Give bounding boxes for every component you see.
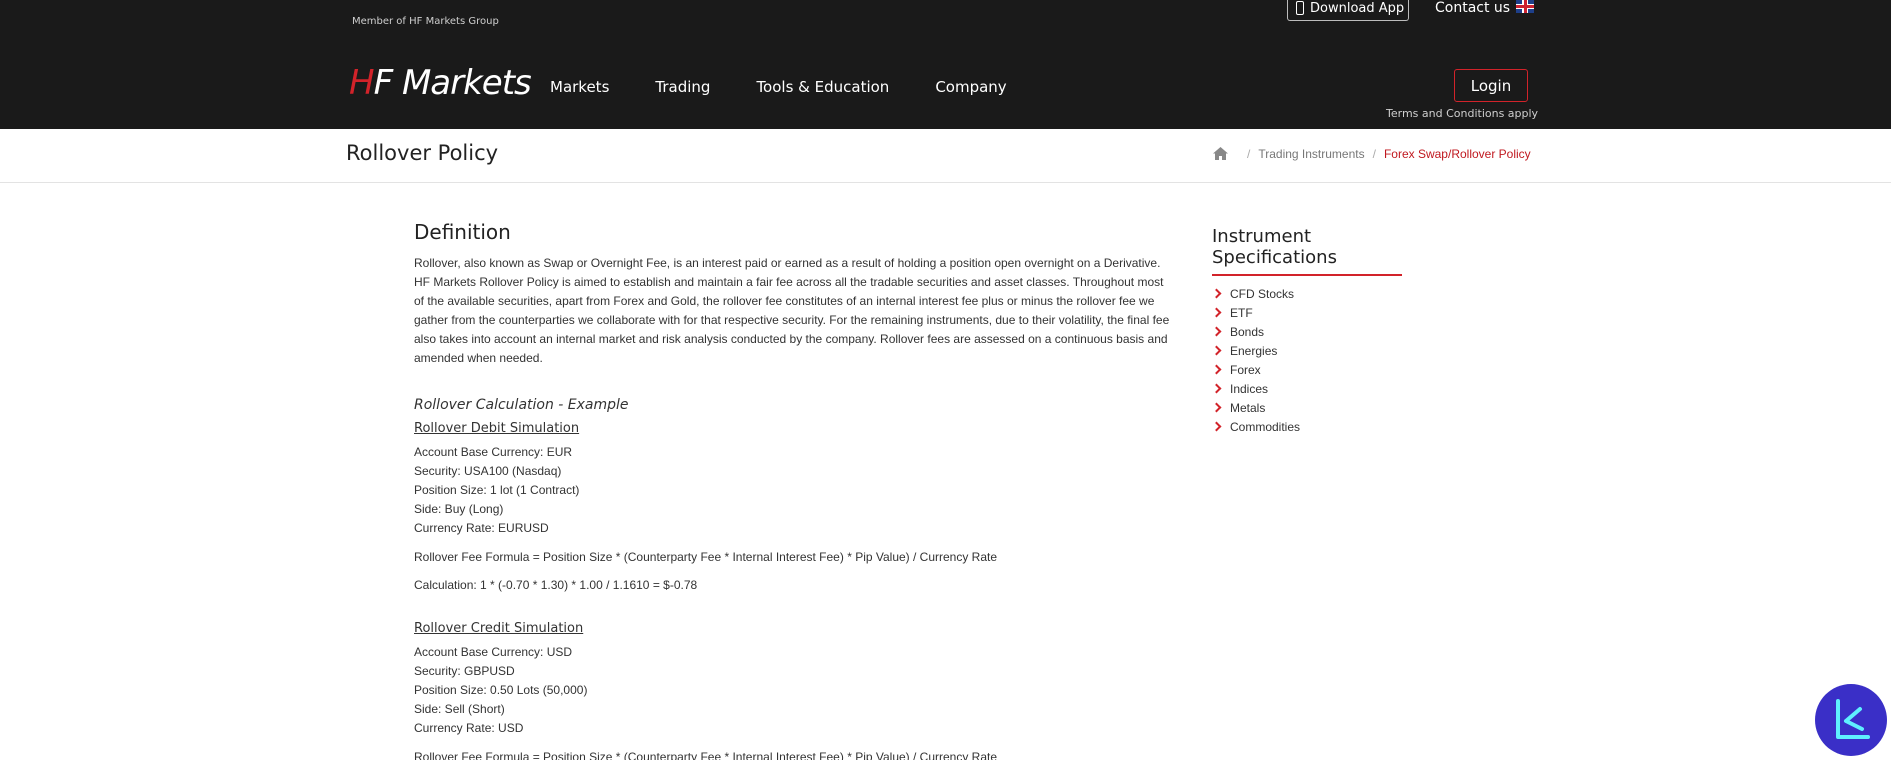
example-title: Rollover Calculation - Example bbox=[414, 397, 629, 413]
chevron-right-icon bbox=[1211, 364, 1222, 375]
spec-item-label: Forex bbox=[1230, 362, 1261, 377]
sidebar-title: Instrument Specifications bbox=[1212, 226, 1402, 276]
spec-item-metals[interactable]: Metals bbox=[1211, 398, 1402, 417]
main-content: Definition Rollover, also known as Swap … bbox=[414, 220, 1176, 760]
breadcrumb-separator: / bbox=[1372, 146, 1376, 161]
debit-formula: Rollover Fee Formula = Position Size * (… bbox=[414, 550, 998, 564]
spec-item-label: ETF bbox=[1230, 305, 1253, 320]
spec-item-etf[interactable]: ETF bbox=[1211, 303, 1402, 322]
debit-simulation-details: Account Base Currency: EUR Security: USA… bbox=[414, 443, 1176, 538]
spec-item-label: CFD Stocks bbox=[1230, 286, 1295, 301]
credit-line: Currency Rate: USD bbox=[414, 721, 524, 735]
hf-markets-logo[interactable]: HF Markets bbox=[349, 63, 532, 103]
credit-line: Account Base Currency: USD bbox=[414, 645, 573, 659]
brand-icon bbox=[1836, 699, 1870, 739]
definition-text: Rollover, also known as Swap or Overnigh… bbox=[414, 256, 1170, 365]
chevron-right-icon bbox=[1211, 288, 1222, 299]
title-bar: Rollover Policy / Trading Instruments / … bbox=[0, 129, 1891, 183]
debit-line: Security: USA100 (Nasdaq) bbox=[414, 464, 562, 478]
breadcrumb-separator: / bbox=[1247, 146, 1251, 161]
uk-flag-icon[interactable] bbox=[1516, 0, 1534, 13]
debit-calculation: Calculation: 1 * (-0.70 * 1.30) * 1.00 /… bbox=[414, 578, 698, 592]
spec-item-energies[interactable]: Energies bbox=[1211, 341, 1402, 360]
nav-trading[interactable]: Trading bbox=[655, 78, 710, 96]
login-button[interactable]: Login bbox=[1454, 69, 1528, 102]
breadcrumb-current: Forex Swap/Rollover Policy bbox=[1383, 146, 1531, 161]
breadcrumb-trading-instruments[interactable]: Trading Instruments bbox=[1258, 147, 1364, 161]
spec-item-indices[interactable]: Indices bbox=[1211, 379, 1402, 398]
debit-line: Currency Rate: EURUSD bbox=[414, 521, 549, 535]
chevron-right-icon bbox=[1211, 345, 1222, 356]
credit-simulation-details: Account Base Currency: USD Security: GBP… bbox=[414, 643, 1176, 738]
spec-item-forex[interactable]: Forex bbox=[1211, 360, 1402, 379]
credit-line: Side: Sell (Short) bbox=[414, 702, 505, 716]
contact-us-link[interactable]: Contact us bbox=[1435, 0, 1510, 16]
home-icon[interactable] bbox=[1212, 146, 1229, 161]
credit-line: Position Size: 0.50 Lots (50,000) bbox=[414, 683, 588, 697]
floating-widget-logo[interactable] bbox=[1815, 684, 1887, 756]
spec-item-label: Metals bbox=[1230, 400, 1266, 415]
chevron-right-icon bbox=[1211, 383, 1222, 394]
chevron-right-icon bbox=[1211, 307, 1222, 318]
main-nav: Markets Trading Tools & Education Compan… bbox=[550, 78, 1053, 96]
site-header: Member of HF Markets Group Download App … bbox=[0, 0, 1891, 129]
chevron-right-icon bbox=[1211, 326, 1222, 337]
chevron-right-icon bbox=[1211, 421, 1222, 432]
download-app-label: Download App bbox=[1310, 0, 1405, 16]
member-text: Member of HF Markets Group bbox=[352, 16, 499, 27]
debit-line: Position Size: 1 lot (1 Contract) bbox=[414, 483, 580, 497]
spec-item-label: Energies bbox=[1230, 343, 1278, 358]
spec-item-label: Bonds bbox=[1230, 324, 1265, 339]
nav-tools-education[interactable]: Tools & Education bbox=[756, 78, 889, 96]
debit-line: Account Base Currency: EUR bbox=[414, 445, 573, 459]
credit-formula: Rollover Fee Formula = Position Size * (… bbox=[414, 750, 998, 760]
terms-link[interactable]: Terms and Conditions apply bbox=[1386, 107, 1538, 120]
nav-company[interactable]: Company bbox=[935, 78, 1006, 96]
chevron-right-icon bbox=[1211, 402, 1222, 413]
debit-line: Side: Buy (Long) bbox=[414, 502, 504, 516]
spec-item-bonds[interactable]: Bonds bbox=[1211, 322, 1402, 341]
breadcrumb: / Trading Instruments / Forex Swap/Rollo… bbox=[1212, 146, 1531, 161]
nav-markets[interactable]: Markets bbox=[550, 78, 609, 96]
spec-item-cfd-stocks[interactable]: CFD Stocks bbox=[1211, 284, 1402, 303]
spec-item-label: Commodities bbox=[1230, 419, 1301, 434]
phone-icon bbox=[1296, 1, 1304, 15]
debit-simulation-title: Rollover Debit Simulation bbox=[414, 421, 580, 436]
instrument-sidebar: Instrument Specifications CFD Stocks ETF… bbox=[1211, 226, 1402, 436]
download-app-button[interactable]: Download App bbox=[1287, 0, 1409, 21]
definition-title: Definition bbox=[414, 220, 511, 244]
credit-line: Security: GBPUSD bbox=[414, 664, 515, 678]
spec-list: CFD Stocks ETF Bonds Energies Forex Indi… bbox=[1211, 284, 1402, 436]
spec-item-commodities[interactable]: Commodities bbox=[1211, 417, 1402, 436]
credit-simulation-title: Rollover Credit Simulation bbox=[414, 621, 584, 636]
logo-text: F Markets bbox=[373, 63, 532, 103]
logo-letter: H bbox=[349, 63, 375, 103]
page-title: Rollover Policy bbox=[346, 141, 499, 165]
spec-item-label: Indices bbox=[1230, 381, 1269, 396]
